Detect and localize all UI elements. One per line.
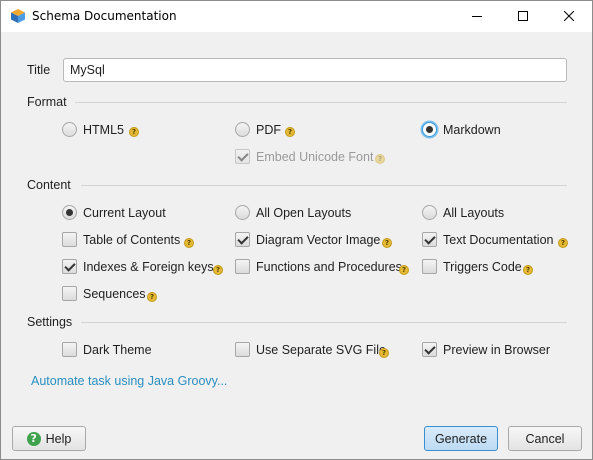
close-button[interactable]: [546, 1, 592, 32]
radio-all-open-layouts[interactable]: [235, 205, 250, 220]
table-of-contents-label[interactable]: Table of Contents: [83, 233, 180, 247]
preview-in-browser-label[interactable]: Preview in Browser: [443, 343, 550, 357]
embed-unicode-font-label: Embed Unicode Font: [256, 150, 374, 164]
format-heading: Format: [27, 95, 67, 109]
help-hint-icon: ?: [375, 154, 385, 164]
help-hint-icon[interactable]: ?: [147, 292, 157, 302]
radio-markdown[interactable]: [422, 122, 437, 137]
minimize-button[interactable]: [454, 1, 500, 32]
help-circle-icon: ?: [26, 431, 41, 446]
content-divider: [81, 185, 567, 186]
title-label: Title: [27, 63, 51, 77]
checkbox-separate-svg-file[interactable]: [235, 342, 250, 357]
radio-pdf-label[interactable]: PDF: [256, 123, 281, 137]
generate-button-label: Generate: [434, 431, 488, 446]
settings-heading: Settings: [27, 315, 73, 329]
checkbox-embed-unicode-font[interactable]: [235, 149, 250, 164]
radio-html5[interactable]: [62, 122, 77, 137]
help-hint-icon[interactable]: ?: [213, 265, 223, 275]
radio-markdown-label[interactable]: Markdown: [443, 123, 501, 137]
settings-divider: [81, 322, 567, 323]
title-bar[interactable]: Schema Documentation: [1, 1, 592, 32]
cube-icon: [10, 8, 26, 24]
automate-groovy-link[interactable]: Automate task using Java Groovy...: [31, 374, 227, 388]
help-button[interactable]: ? Help: [12, 426, 86, 451]
title-input[interactable]: [63, 58, 567, 82]
help-hint-icon[interactable]: ?: [558, 238, 568, 248]
content-heading: Content: [27, 178, 71, 192]
diagram-vector-image-label[interactable]: Diagram Vector Image: [256, 233, 380, 247]
checkbox-diagram-vector-image[interactable]: [235, 232, 250, 247]
maximize-button[interactable]: [500, 1, 546, 32]
radio-all-layouts[interactable]: [422, 205, 437, 220]
checkbox-table-of-contents[interactable]: [62, 232, 77, 247]
checkbox-dark-theme[interactable]: [62, 342, 77, 357]
dark-theme-label[interactable]: Dark Theme: [83, 343, 152, 357]
radio-current-layout[interactable]: [62, 205, 77, 220]
close-icon: [563, 10, 575, 24]
minimize-icon: [472, 10, 482, 24]
help-hint-icon[interactable]: ?: [382, 238, 392, 248]
help-hint-icon[interactable]: ?: [399, 265, 409, 275]
help-hint-icon[interactable]: ?: [379, 348, 389, 358]
triggers-code-label[interactable]: Triggers Code: [443, 260, 522, 274]
checkbox-text-documentation[interactable]: [422, 232, 437, 247]
radio-all-open-layouts-label[interactable]: All Open Layouts: [256, 206, 351, 220]
radio-current-layout-label[interactable]: Current Layout: [83, 206, 166, 220]
maximize-icon: [518, 10, 528, 24]
window-title: Schema Documentation: [32, 9, 177, 23]
checkbox-preview-in-browser[interactable]: [422, 342, 437, 357]
radio-all-layouts-label[interactable]: All Layouts: [443, 206, 504, 220]
sequences-label[interactable]: Sequences: [83, 287, 146, 301]
generate-button[interactable]: Generate: [424, 426, 498, 451]
separate-svg-file-label[interactable]: Use Separate SVG File: [256, 343, 386, 357]
help-hint-icon[interactable]: ?: [129, 127, 139, 137]
text-documentation-label[interactable]: Text Documentation: [443, 233, 553, 247]
radio-html5-label[interactable]: HTML5: [83, 123, 124, 137]
functions-procedures-label[interactable]: Functions and Procedures: [256, 260, 402, 274]
radio-pdf[interactable]: [235, 122, 250, 137]
help-hint-icon[interactable]: ?: [523, 265, 533, 275]
format-divider: [75, 102, 567, 103]
help-hint-icon[interactable]: ?: [184, 238, 194, 248]
checkbox-triggers-code[interactable]: [422, 259, 437, 274]
help-hint-icon[interactable]: ?: [285, 127, 295, 137]
help-button-label: Help: [45, 431, 72, 446]
cancel-button[interactable]: Cancel: [508, 426, 582, 451]
checkbox-indexes-foreign-keys[interactable]: [62, 259, 77, 274]
cancel-button-label: Cancel: [525, 431, 565, 446]
checkbox-functions-procedures[interactable]: [235, 259, 250, 274]
indexes-foreign-keys-label[interactable]: Indexes & Foreign keys: [83, 260, 214, 274]
dialog-window: Schema Documentation Title Format HTML5 …: [0, 0, 593, 460]
checkbox-sequences[interactable]: [62, 286, 77, 301]
